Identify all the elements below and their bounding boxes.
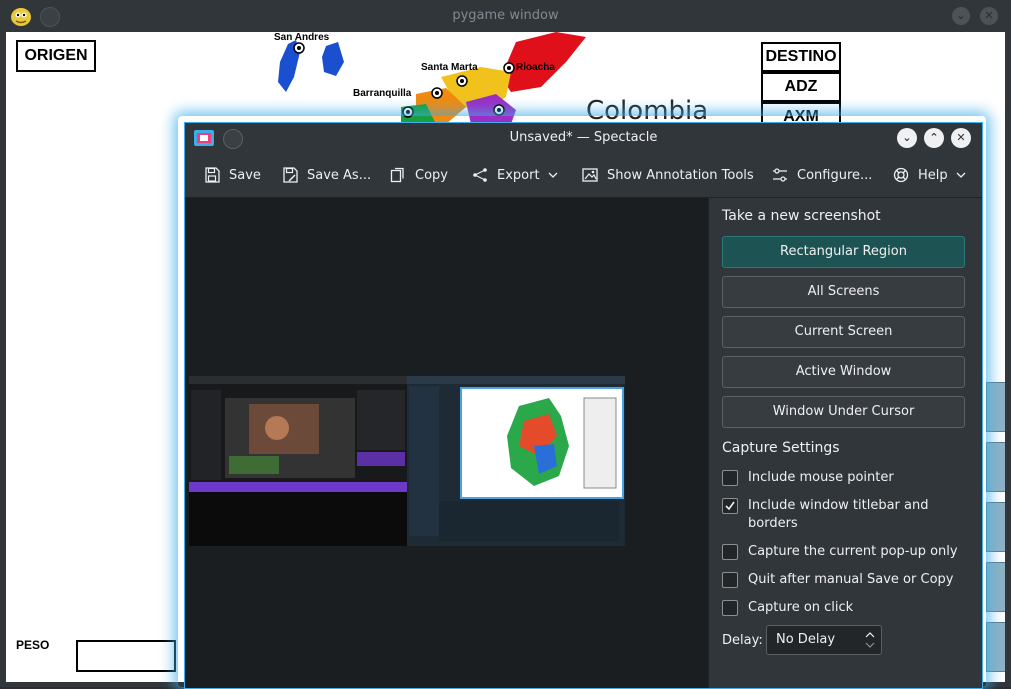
city-label-rioacha: Rioacha <box>516 62 555 73</box>
pygame-titlebar[interactable]: pygame window ⌄ ✕ <box>0 0 1011 32</box>
chevron-down-icon <box>548 170 558 180</box>
delay-value: No Delay <box>776 632 836 647</box>
city-label-san-andres: San Andres <box>274 32 330 43</box>
option-label: Include mouse pointer <box>748 470 894 485</box>
new-screenshot-heading: Take a new screenshot <box>722 208 881 224</box>
delay-spinbox[interactable]: No Delay <box>766 625 882 655</box>
option-label: Include window titlebar and borders <box>748 498 929 531</box>
rectangular-region-button[interactable]: Rectangular Region <box>722 236 965 268</box>
save-button[interactable]: Save <box>203 153 261 197</box>
chevron-up-icon: ⌃ <box>929 131 939 144</box>
annotate-icon <box>581 166 599 184</box>
close-button[interactable]: ✕ <box>951 128 971 148</box>
pygame-snake-icon <box>8 4 34 28</box>
side-button[interactable] <box>986 382 1005 432</box>
pygame-window-title: pygame window <box>452 8 559 23</box>
save-label: Save <box>229 167 261 183</box>
option-label: Quit after manual Save or Copy <box>748 572 954 587</box>
window-under-cursor-button[interactable]: Window Under Cursor <box>722 396 965 428</box>
colombia-map[interactable] <box>266 32 606 124</box>
share-icon <box>471 166 489 184</box>
save-icon <box>203 166 221 184</box>
help-label: Help <box>918 167 948 183</box>
help-lifebuoy-icon <box>892 166 910 184</box>
chevron-down-icon: ⌄ <box>956 9 966 22</box>
option-capture-on-click[interactable]: Capture on click <box>722 599 853 617</box>
save-as-button[interactable]: Save As... <box>281 153 371 197</box>
window-menu-button[interactable] <box>40 7 60 27</box>
chevron-down-icon: ⌄ <box>902 131 912 144</box>
checkbox[interactable] <box>722 600 738 616</box>
minimize-button[interactable]: ⌄ <box>952 7 970 25</box>
checkbox[interactable] <box>722 572 738 588</box>
side-button[interactable] <box>986 442 1005 492</box>
spectacle-window-title: Unsaved* — Spectacle <box>509 130 658 145</box>
save-as-label: Save As... <box>307 167 372 183</box>
spectacle-titlebar[interactable]: Unsaved* — Spectacle ⌄ ⌃ ✕ <box>185 123 982 153</box>
minimize-button[interactable]: ⌄ <box>897 128 917 148</box>
current-screen-button[interactable]: Current Screen <box>722 316 965 348</box>
city-label-santa-marta: Santa Marta <box>421 62 478 73</box>
spectacle-window: Unsaved* — Spectacle ⌄ ⌃ ✕ Save Save As.… <box>184 122 983 689</box>
option-label: Capture on click <box>748 600 854 615</box>
peso-input[interactable] <box>76 640 176 672</box>
option-quit-after-save[interactable]: Quit after manual Save or Copy <box>722 571 953 589</box>
spectacle-app-icon <box>193 129 215 147</box>
save-as-icon <box>281 166 299 184</box>
close-icon: ✕ <box>984 9 994 22</box>
copy-button[interactable]: Copy <box>389 153 448 197</box>
toolbar: Save Save As... Copy Export Show Annotat… <box>185 153 982 198</box>
close-icon: ✕ <box>956 131 966 144</box>
capture-settings-heading: Capture Settings <box>722 440 840 456</box>
show-annotation-tools-button[interactable]: Show Annotation Tools <box>581 153 754 197</box>
spin-arrows-icon[interactable] <box>863 629 877 651</box>
destino-box[interactable]: DESTINO <box>761 42 841 72</box>
copy-label: Copy <box>415 167 448 183</box>
close-button[interactable]: ✕ <box>980 7 998 25</box>
show-annotation-tools-label: Show Annotation Tools <box>607 167 754 183</box>
configure-button[interactable]: Configure... <box>771 153 872 197</box>
copy-icon <box>389 166 407 184</box>
configure-label: Configure... <box>797 167 873 183</box>
side-button[interactable] <box>986 562 1005 612</box>
screenshot-preview[interactable] <box>185 198 708 688</box>
option-label: Capture the current pop-up only <box>748 544 958 559</box>
option-include-titlebar[interactable]: Include window titlebar and borders <box>722 497 942 533</box>
side-button[interactable] <box>986 622 1005 672</box>
option-include-mouse-pointer[interactable]: Include mouse pointer <box>722 469 894 487</box>
export-label: Export <box>497 167 540 183</box>
window-menu-button[interactable] <box>223 129 243 149</box>
export-button[interactable]: Export <box>471 153 558 197</box>
checkbox[interactable] <box>722 470 738 486</box>
all-screens-button[interactable]: All Screens <box>722 276 965 308</box>
help-button[interactable]: Help <box>892 153 966 197</box>
screenshot-thumbnail <box>189 376 625 546</box>
settings-sliders-icon <box>771 166 789 184</box>
checkmark-icon <box>725 501 735 511</box>
destination-adz[interactable]: ADZ <box>761 72 841 102</box>
option-popup-only[interactable]: Capture the current pop-up only <box>722 543 958 561</box>
origen-box[interactable]: ORIGEN <box>16 40 96 72</box>
maximize-button[interactable]: ⌃ <box>924 128 944 148</box>
city-label-barranquilla: Barranquilla <box>353 88 412 99</box>
checkbox-checked[interactable] <box>722 498 738 514</box>
chevron-down-icon <box>956 170 966 180</box>
peso-label: PESO <box>16 638 50 652</box>
capture-sidebar: Take a new screenshot Rectangular Region… <box>708 198 982 688</box>
right-button-column <box>986 382 1005 682</box>
checkbox[interactable] <box>722 544 738 560</box>
side-button[interactable] <box>986 502 1005 552</box>
active-window-button[interactable]: Active Window <box>722 356 965 388</box>
delay-label: Delay: <box>722 633 763 648</box>
